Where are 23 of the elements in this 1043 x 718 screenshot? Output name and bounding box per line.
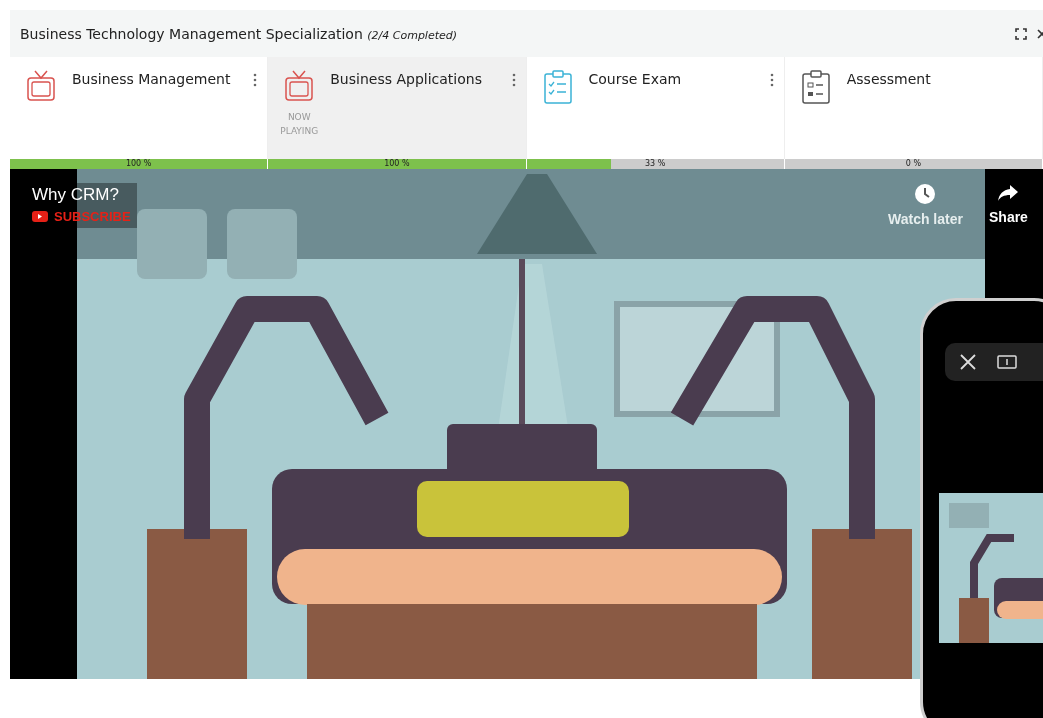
checklist-icon: [542, 69, 573, 105]
tab-label: Course Exam: [588, 71, 683, 87]
more-icon[interactable]: [769, 73, 774, 87]
fullscreen-icon[interactable]: [1015, 27, 1027, 40]
picture-in-picture-icon[interactable]: [997, 355, 1017, 369]
window-title: Business Technology Management Specialization (2/4 Completed): [20, 25, 459, 42]
course-tab[interactable]: NOW PLAYING Business Applications: [268, 57, 527, 159]
tv-icon: [26, 69, 56, 103]
progress-text: 0 %: [904, 159, 922, 169]
share-icon: [997, 183, 1020, 203]
tab-label: Business Applications: [330, 71, 483, 87]
progress-text: 100 %: [383, 159, 411, 169]
more-icon[interactable]: [511, 73, 516, 87]
share-button[interactable]: Share: [989, 183, 1028, 225]
more-icon[interactable]: [253, 73, 258, 87]
play-icon: [32, 211, 48, 222]
tv-icon: [284, 69, 315, 103]
now-playing-label: NOW PLAYING: [279, 111, 320, 138]
clipboard-icon: [800, 69, 831, 105]
progress-text: 100 %: [124, 159, 153, 169]
tab-label: Business Management: [72, 71, 232, 87]
progress-text: 33 %: [643, 159, 667, 169]
tab-label: Assessment: [846, 71, 932, 87]
